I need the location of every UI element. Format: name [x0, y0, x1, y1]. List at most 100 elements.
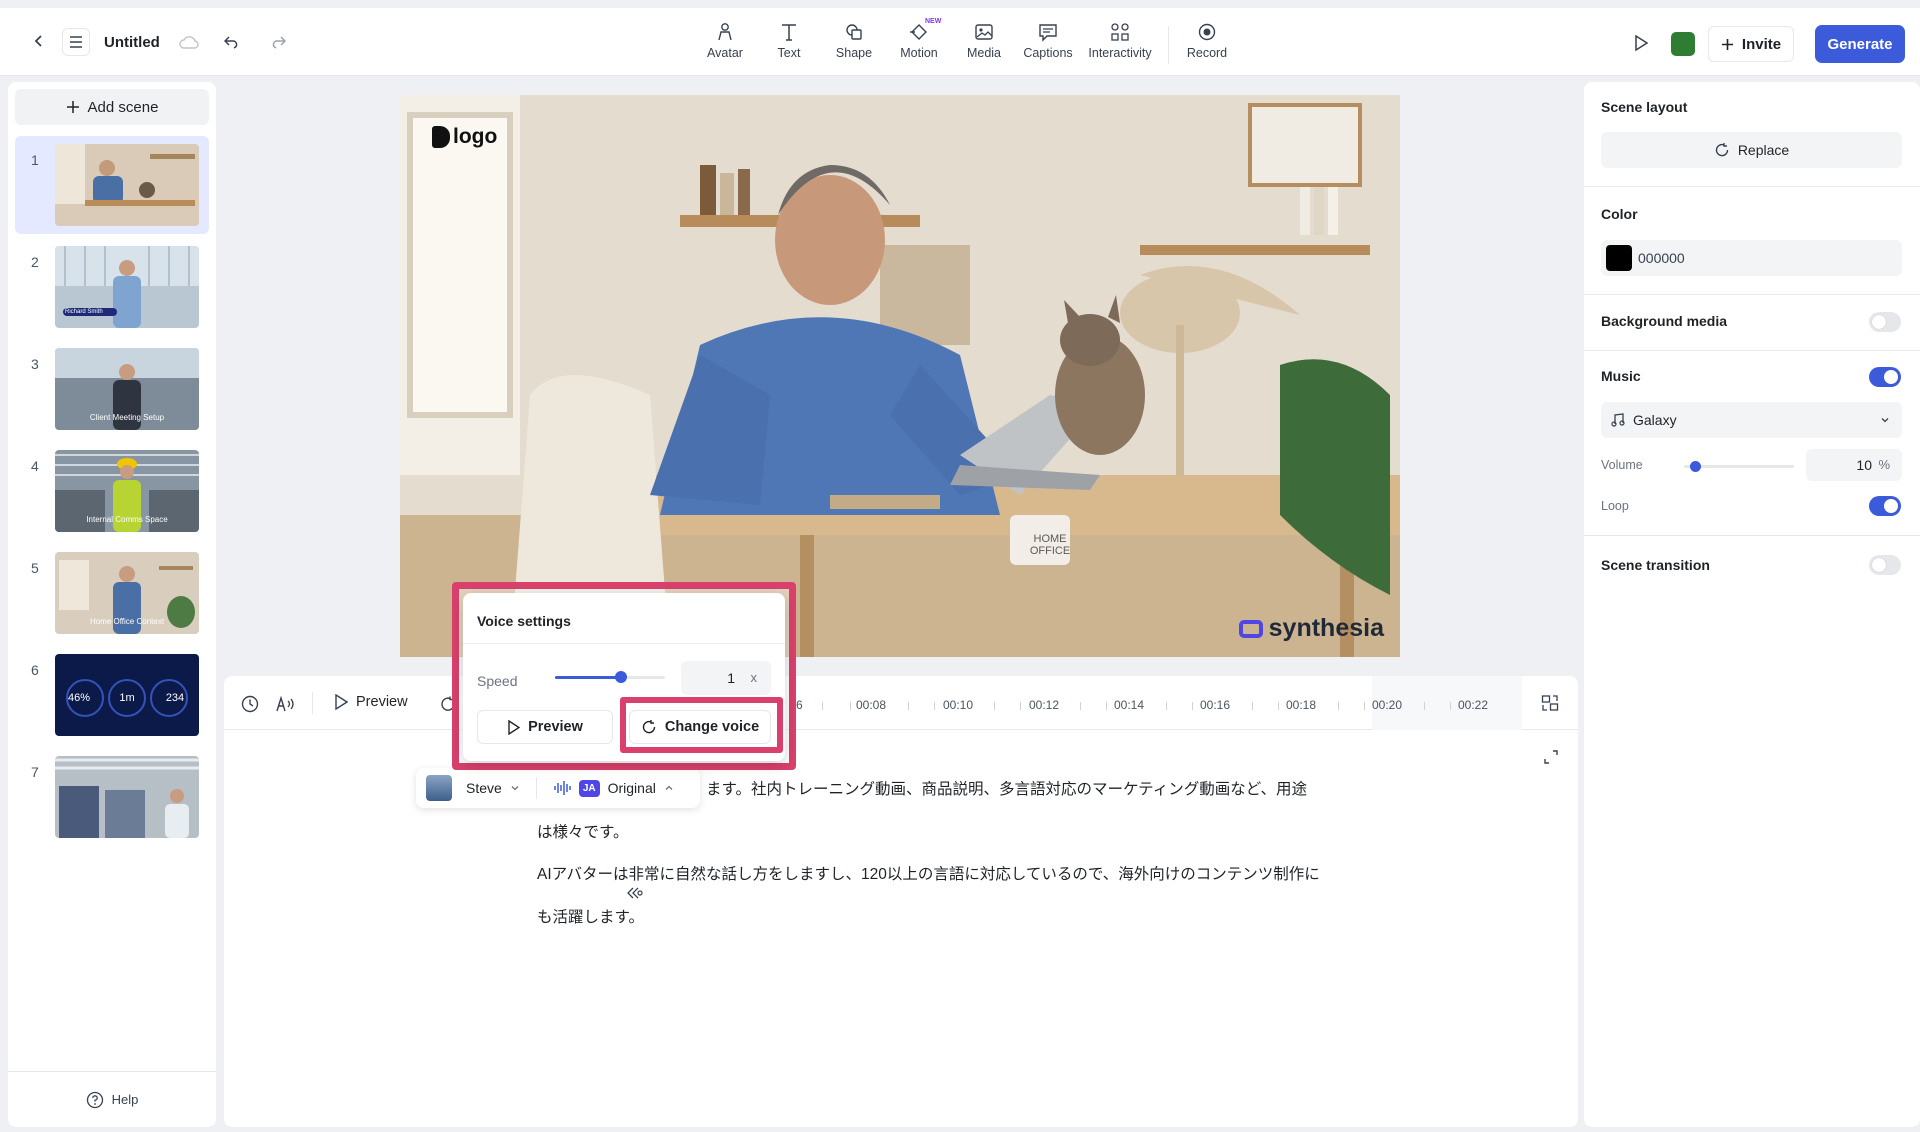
- properties-panel: Scene layout Replace Color 000000 Backgr…: [1584, 82, 1920, 1127]
- volume-slider-handle[interactable]: [1690, 461, 1701, 472]
- speed-unit: x: [750, 670, 758, 685]
- timeline-toggle-icon[interactable]: [1540, 693, 1560, 713]
- stat-value: 1m: [119, 692, 135, 704]
- color-swatch[interactable]: [1606, 245, 1632, 271]
- scene-item-5[interactable]: 5 Home Office Context: [15, 544, 209, 642]
- text-icon: [782, 24, 796, 41]
- loop-toggle[interactable]: [1869, 496, 1901, 516]
- interactivity-icon: [1111, 23, 1129, 41]
- replace-layout-button[interactable]: Replace: [1601, 132, 1902, 168]
- scene-item-6[interactable]: 6 46% 1m 234: [15, 646, 209, 744]
- tool-record[interactable]: Record: [1173, 22, 1241, 60]
- scene-background-image: [400, 95, 1400, 657]
- pronunciation-icon[interactable]: [275, 694, 297, 714]
- timeline-tick: 00:20: [1372, 698, 1403, 712]
- voice-preview-button[interactable]: Preview: [477, 710, 613, 744]
- tool-interactivity[interactable]: Interactivity: [1086, 22, 1154, 60]
- new-badge: NEW: [925, 18, 942, 25]
- music-toggle[interactable]: [1869, 367, 1901, 387]
- scene-number: 6: [31, 662, 39, 678]
- tool-media[interactable]: Media: [950, 22, 1018, 60]
- scene-item-7[interactable]: 7: [15, 748, 209, 846]
- tool-text[interactable]: Text: [755, 22, 823, 60]
- generate-button[interactable]: Generate: [1815, 25, 1905, 63]
- volume-input[interactable]: 10 %: [1806, 449, 1902, 481]
- top-bar: Untitled Avatar Text Shape NEW Motion Me…: [0, 8, 1920, 76]
- chevron-down-icon[interactable]: [510, 783, 520, 793]
- voice-selector-bar: Steve JA Original: [416, 768, 700, 808]
- scene-number: 1: [31, 152, 39, 168]
- script-editor-panel: Preview 6 00:08 00:10 00:12 00:14 00:16 …: [224, 676, 1578, 1127]
- undo-icon[interactable]: [222, 32, 242, 52]
- cloud-sync-icon: [178, 32, 200, 52]
- scene-transition-toggle[interactable]: [1869, 555, 1901, 575]
- scene-item-3[interactable]: 3 Client Meeting Setup: [15, 340, 209, 438]
- scene-number: 2: [31, 254, 39, 270]
- music-track-name: Galaxy: [1633, 412, 1677, 428]
- tool-avatar[interactable]: Avatar: [691, 22, 759, 60]
- voice-style-label[interactable]: Original: [608, 780, 656, 796]
- script-line[interactable]: も活躍します。: [537, 905, 644, 927]
- change-voice-highlight: [620, 697, 783, 753]
- record-icon: [1198, 23, 1216, 41]
- voice-avatar-name[interactable]: Steve: [466, 780, 502, 796]
- add-scene-button[interactable]: Add scene: [15, 89, 209, 125]
- scene-thumbnail: [55, 756, 199, 838]
- tool-label: Captions: [1023, 46, 1073, 60]
- toolbar-divider: [1168, 26, 1169, 64]
- scene-thumbnail: Internal Comms Space: [55, 450, 199, 532]
- timeline-tick: 6: [796, 698, 803, 712]
- timeline-tick: 00:16: [1200, 698, 1231, 712]
- music-track-select[interactable]: Galaxy: [1601, 402, 1902, 438]
- plus-icon: [66, 101, 79, 113]
- project-title[interactable]: Untitled: [104, 34, 160, 51]
- speed-input[interactable]: 1 x: [681, 661, 771, 695]
- scene-canvas[interactable]: logo HOME OFFICE synthesia: [400, 95, 1400, 657]
- expand-icon[interactable]: [1542, 748, 1560, 766]
- timeline-tick: 00:18: [1286, 698, 1317, 712]
- tool-label: Text: [777, 46, 801, 60]
- timeline-bar: Preview 6 00:08 00:10 00:12 00:14 00:16 …: [224, 676, 1578, 730]
- speed-label: Speed: [477, 673, 518, 689]
- timeline-tick: 00:10: [943, 698, 974, 712]
- scene-thumbnail: Richard Smith: [55, 246, 199, 328]
- scene-thumbnail: Client Meeting Setup: [55, 348, 199, 430]
- chevron-up-icon[interactable]: [664, 783, 674, 793]
- speed-slider[interactable]: [555, 671, 665, 683]
- preview-label: Preview: [356, 694, 408, 710]
- volume-slider[interactable]: [1684, 461, 1794, 472]
- help-button[interactable]: Help: [8, 1071, 216, 1127]
- shape-icon: [846, 24, 862, 40]
- background-media-toggle[interactable]: [1869, 312, 1901, 332]
- timeline-preview-button[interactable]: Preview: [334, 694, 408, 710]
- scene-thumbnail: 46% 1m 234: [55, 654, 199, 736]
- color-field[interactable]: 000000: [1601, 240, 1902, 276]
- invite-button[interactable]: Invite: [1708, 26, 1794, 62]
- scene-item-2[interactable]: 2 Richard Smith: [15, 238, 209, 336]
- speed-value: 1: [727, 670, 735, 686]
- tool-label: Avatar: [707, 46, 743, 60]
- speed-slider-handle[interactable]: [615, 671, 627, 683]
- scene-item-1[interactable]: 1: [15, 136, 209, 234]
- tool-shape[interactable]: Shape: [820, 22, 888, 60]
- brand-color-swatch[interactable]: [1671, 32, 1695, 56]
- clock-icon[interactable]: [240, 694, 260, 714]
- script-line[interactable]: AIアバターは非常に自然な話し方をしますし、120以上の言語に対応しているので、…: [537, 862, 1320, 884]
- scene-list-panel: Add scene 1 2 Richard Smith 3 Client Mee…: [8, 82, 216, 1127]
- timeline-tick: 00:14: [1114, 698, 1145, 712]
- redo-icon[interactable]: [268, 32, 288, 52]
- play-icon: [335, 694, 348, 710]
- pause-marker-icon[interactable]: [627, 886, 643, 900]
- menu-icon[interactable]: [62, 28, 90, 56]
- tool-label: Record: [1186, 46, 1228, 60]
- color-label: Color: [1601, 206, 1638, 222]
- motion-icon: [910, 24, 927, 40]
- tool-motion[interactable]: NEW Motion: [885, 18, 953, 60]
- play-icon[interactable]: [1630, 32, 1652, 54]
- scene-thumbnail: Home Office Context: [55, 552, 199, 634]
- tool-captions[interactable]: Captions: [1014, 22, 1082, 60]
- back-icon[interactable]: [28, 30, 50, 52]
- script-line[interactable]: ます。社内トレーニング動画、商品説明、多言語対応のマーケティング動画など、用途: [706, 777, 1307, 799]
- scene-item-4[interactable]: 4 Internal Comms Space: [15, 442, 209, 540]
- script-line[interactable]: は様々です。: [537, 820, 628, 842]
